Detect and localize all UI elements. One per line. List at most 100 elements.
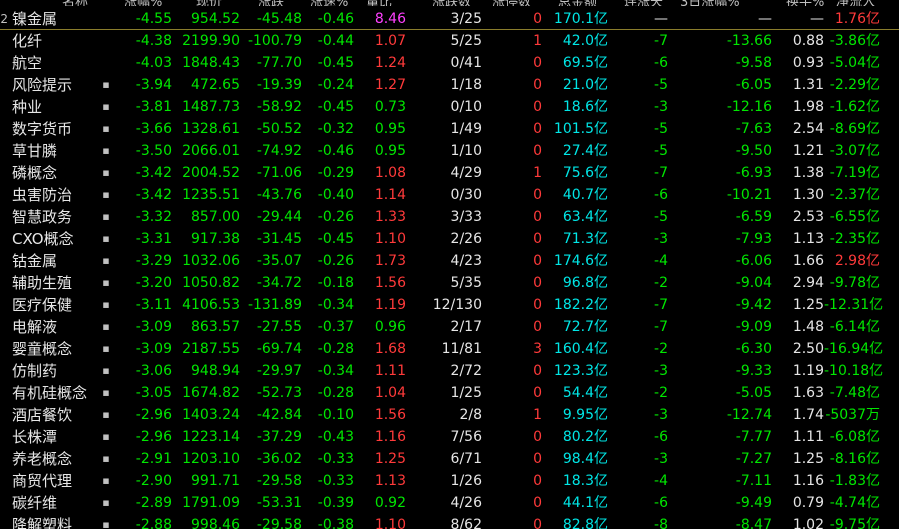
up-down-count: 1/49: [450, 121, 482, 137]
row-index: [0, 118, 8, 140]
volume-ratio: 1.08: [374, 165, 406, 181]
column-header-11[interactable]: 换手%: [786, 0, 824, 6]
table-row[interactable]: 医疗保健 ▪ -3.11 4106.53 -131.89 -0.34 1.19 12/130 0…: [0, 294, 899, 316]
volume-ratio: 1.04: [374, 385, 406, 401]
consecutive-days: -5: [654, 143, 668, 159]
row-marker-icon: ▪: [102, 298, 110, 311]
net-inflow: -3.07亿: [829, 143, 880, 159]
price: 863.57: [191, 319, 240, 335]
limit-up-count: 0: [533, 231, 542, 247]
up-down-count: 0/30: [450, 187, 482, 203]
row-index: [0, 404, 8, 426]
change-speed: -0.28: [317, 385, 354, 401]
sector-name: 航空: [12, 54, 43, 72]
three-day-change: -9.42: [735, 297, 772, 313]
row-marker-icon: ▪: [102, 254, 110, 267]
row-marker-icon: ▪: [102, 100, 110, 113]
net-inflow: -9.75亿: [829, 517, 880, 529]
price: 954.52: [191, 11, 240, 27]
table-row[interactable]: 电解液 ▪ -3.09 863.57 -27.55 -0.37 0.96 2/17 0 72.7亿…: [0, 316, 899, 338]
table-row[interactable]: 草甘膦 ▪ -3.50 2066.01 -74.92 -0.46 0.95 1/10 0 27.4…: [0, 140, 899, 162]
column-header-6[interactable]: 涨跌数: [432, 0, 471, 6]
row-index: [0, 228, 8, 250]
column-header-3[interactable]: 涨跌: [258, 0, 284, 6]
table-row[interactable]: 仿制药 ▪ -3.06 948.94 -29.97 -0.34 1.11 2/72 0 123.3…: [0, 360, 899, 382]
row-marker-icon: ▪: [102, 166, 110, 179]
column-header-5[interactable]: 量比: [366, 0, 392, 6]
table-row[interactable]: 化纤 -4.38 2199.90 -100.79 -0.44 1.07 5/25 1 42.0亿…: [0, 30, 899, 52]
change-pct: -2.96: [135, 429, 172, 445]
table-row[interactable]: 降解塑料 ▪ -2.88 998.46 -29.58 -0.38 1.10 8/62 0 82.8…: [0, 514, 899, 529]
table-row[interactable]: 2 镍金属 -4.55 954.52 -45.48 -0.46 8.46 3/25 0 170.1…: [0, 8, 899, 30]
table-row[interactable]: 有机硅概念 ▪ -3.05 1674.82 -52.73 -0.28 1.04 1/25 0 54…: [0, 382, 899, 404]
change-speed: -0.45: [317, 55, 354, 71]
change-pct: -2.88: [135, 517, 172, 529]
change-pct: -2.96: [135, 407, 172, 423]
table-row[interactable]: 钴金属 ▪ -3.29 1032.06 -35.07 -0.26 1.73 4/23 0 174.…: [0, 250, 899, 272]
sector-name: 磷概念: [12, 164, 58, 182]
three-day-change: -10.21: [726, 187, 772, 203]
total-amount: 75.6亿: [562, 165, 608, 181]
change-amount: -36.02: [256, 451, 302, 467]
consecutive-days: -6: [654, 187, 668, 203]
column-header-10[interactable]: 3日涨幅%: [680, 0, 740, 6]
column-header-7[interactable]: 涨停数: [492, 0, 531, 6]
change-speed: -0.18: [317, 275, 354, 291]
table-row[interactable]: 商贸代理 ▪ -2.90 991.71 -29.58 -0.33 1.13 1/26 0 18.3…: [0, 470, 899, 492]
table-row[interactable]: 碳纤维 ▪ -2.89 1791.09 -53.31 -0.39 0.92 4/26 0 44.1…: [0, 492, 899, 514]
up-down-count: 1/26: [450, 473, 482, 489]
consecutive-days: -3: [654, 407, 668, 423]
table-row[interactable]: 虫害防治 ▪ -3.42 1235.51 -43.76 -0.40 1.14 0/30 0 40.…: [0, 184, 899, 206]
total-amount: 98.4亿: [562, 451, 608, 467]
column-header-1[interactable]: 涨幅%: [124, 0, 162, 6]
table-row[interactable]: 酒店餐饮 ▪ -2.96 1403.24 -42.84 -0.10 1.56 2/8 1 9.95…: [0, 404, 899, 426]
table-row[interactable]: 磷概念 ▪ -3.42 2004.52 -71.06 -0.29 1.08 4/29 1 75.6…: [0, 162, 899, 184]
change-amount: -27.55: [256, 319, 302, 335]
net-inflow: -2.37亿: [829, 187, 880, 203]
table-row[interactable]: 种业 ▪ -3.81 1487.73 -58.92 -0.45 0.73 0/10 0 18.6亿…: [0, 96, 899, 118]
sector-name: 养老概念: [12, 450, 73, 468]
turnover-rate: 0.93: [792, 55, 824, 71]
row-index: [0, 250, 8, 272]
table-row[interactable]: 辅助生殖 ▪ -3.20 1050.82 -34.72 -0.18 1.56 5/35 0 96.…: [0, 272, 899, 294]
table-row[interactable]: 养老概念 ▪ -2.91 1203.10 -36.02 -0.33 1.25 6/71 0 98.…: [0, 448, 899, 470]
change-amount: -58.92: [256, 99, 302, 115]
change-pct: -3.09: [135, 341, 172, 357]
column-header-4[interactable]: 涨速%: [310, 0, 348, 6]
limit-up-count: 0: [533, 209, 542, 225]
consecutive-days: -6: [654, 429, 668, 445]
table-row[interactable]: 智慧政务 ▪ -3.32 857.00 -29.44 -0.26 1.33 3/33 0 63.4…: [0, 206, 899, 228]
row-marker-icon: ▪: [102, 342, 110, 355]
column-header-12[interactable]: 净流入: [836, 0, 875, 6]
table-row[interactable]: 航空 -4.03 1848.43 -77.70 -0.45 1.24 0/41 0 69.5亿 -…: [0, 52, 899, 74]
change-pct: -3.11: [135, 297, 172, 313]
total-amount: 72.7亿: [562, 319, 608, 335]
turnover-rate: 1.02: [792, 517, 824, 529]
total-amount: 54.4亿: [562, 385, 608, 401]
change-pct: -3.94: [135, 77, 172, 93]
volume-ratio: 1.19: [374, 297, 406, 313]
up-down-count: 5/25: [450, 33, 482, 49]
row-marker-icon: ▪: [102, 430, 110, 443]
consecutive-days: -3: [654, 451, 668, 467]
table-row[interactable]: 婴童概念 ▪ -3.09 2187.55 -69.74 -0.28 1.68 11/81 3 16…: [0, 338, 899, 360]
column-header-9[interactable]: 连涨天: [624, 0, 663, 6]
column-header-0[interactable]: 名称: [62, 0, 88, 6]
total-amount: 21.0亿: [562, 77, 608, 93]
turnover-rate: 0.79: [792, 495, 824, 511]
total-amount: 82.8亿: [562, 517, 608, 529]
up-down-count: 2/72: [450, 363, 482, 379]
price: 1487.73: [182, 99, 240, 115]
up-down-count: 3/25: [450, 11, 482, 27]
table-row[interactable]: 长株潭 ▪ -2.96 1223.14 -37.29 -0.43 1.16 7/56 0 80.2…: [0, 426, 899, 448]
column-header-2[interactable]: 现价: [196, 0, 222, 6]
change-amount: -53.31: [256, 495, 302, 511]
price: 917.38: [191, 231, 240, 247]
table-row[interactable]: 数字货币 ▪ -3.66 1328.61 -50.52 -0.32 0.95 1/49 0 101…: [0, 118, 899, 140]
volume-ratio: 1.10: [374, 231, 406, 247]
turnover-rate: 1.30: [792, 187, 824, 203]
table-row[interactable]: 风险提示 ▪ -3.94 472.65 -19.39 -0.24 1.27 1/18 0 21.0…: [0, 74, 899, 96]
change-speed: -0.32: [317, 121, 354, 137]
column-header-8[interactable]: 总金额: [558, 0, 597, 6]
table-row[interactable]: CXO概念 ▪ -3.31 917.38 -31.45 -0.45 1.10 2/26 0 71.…: [0, 228, 899, 250]
